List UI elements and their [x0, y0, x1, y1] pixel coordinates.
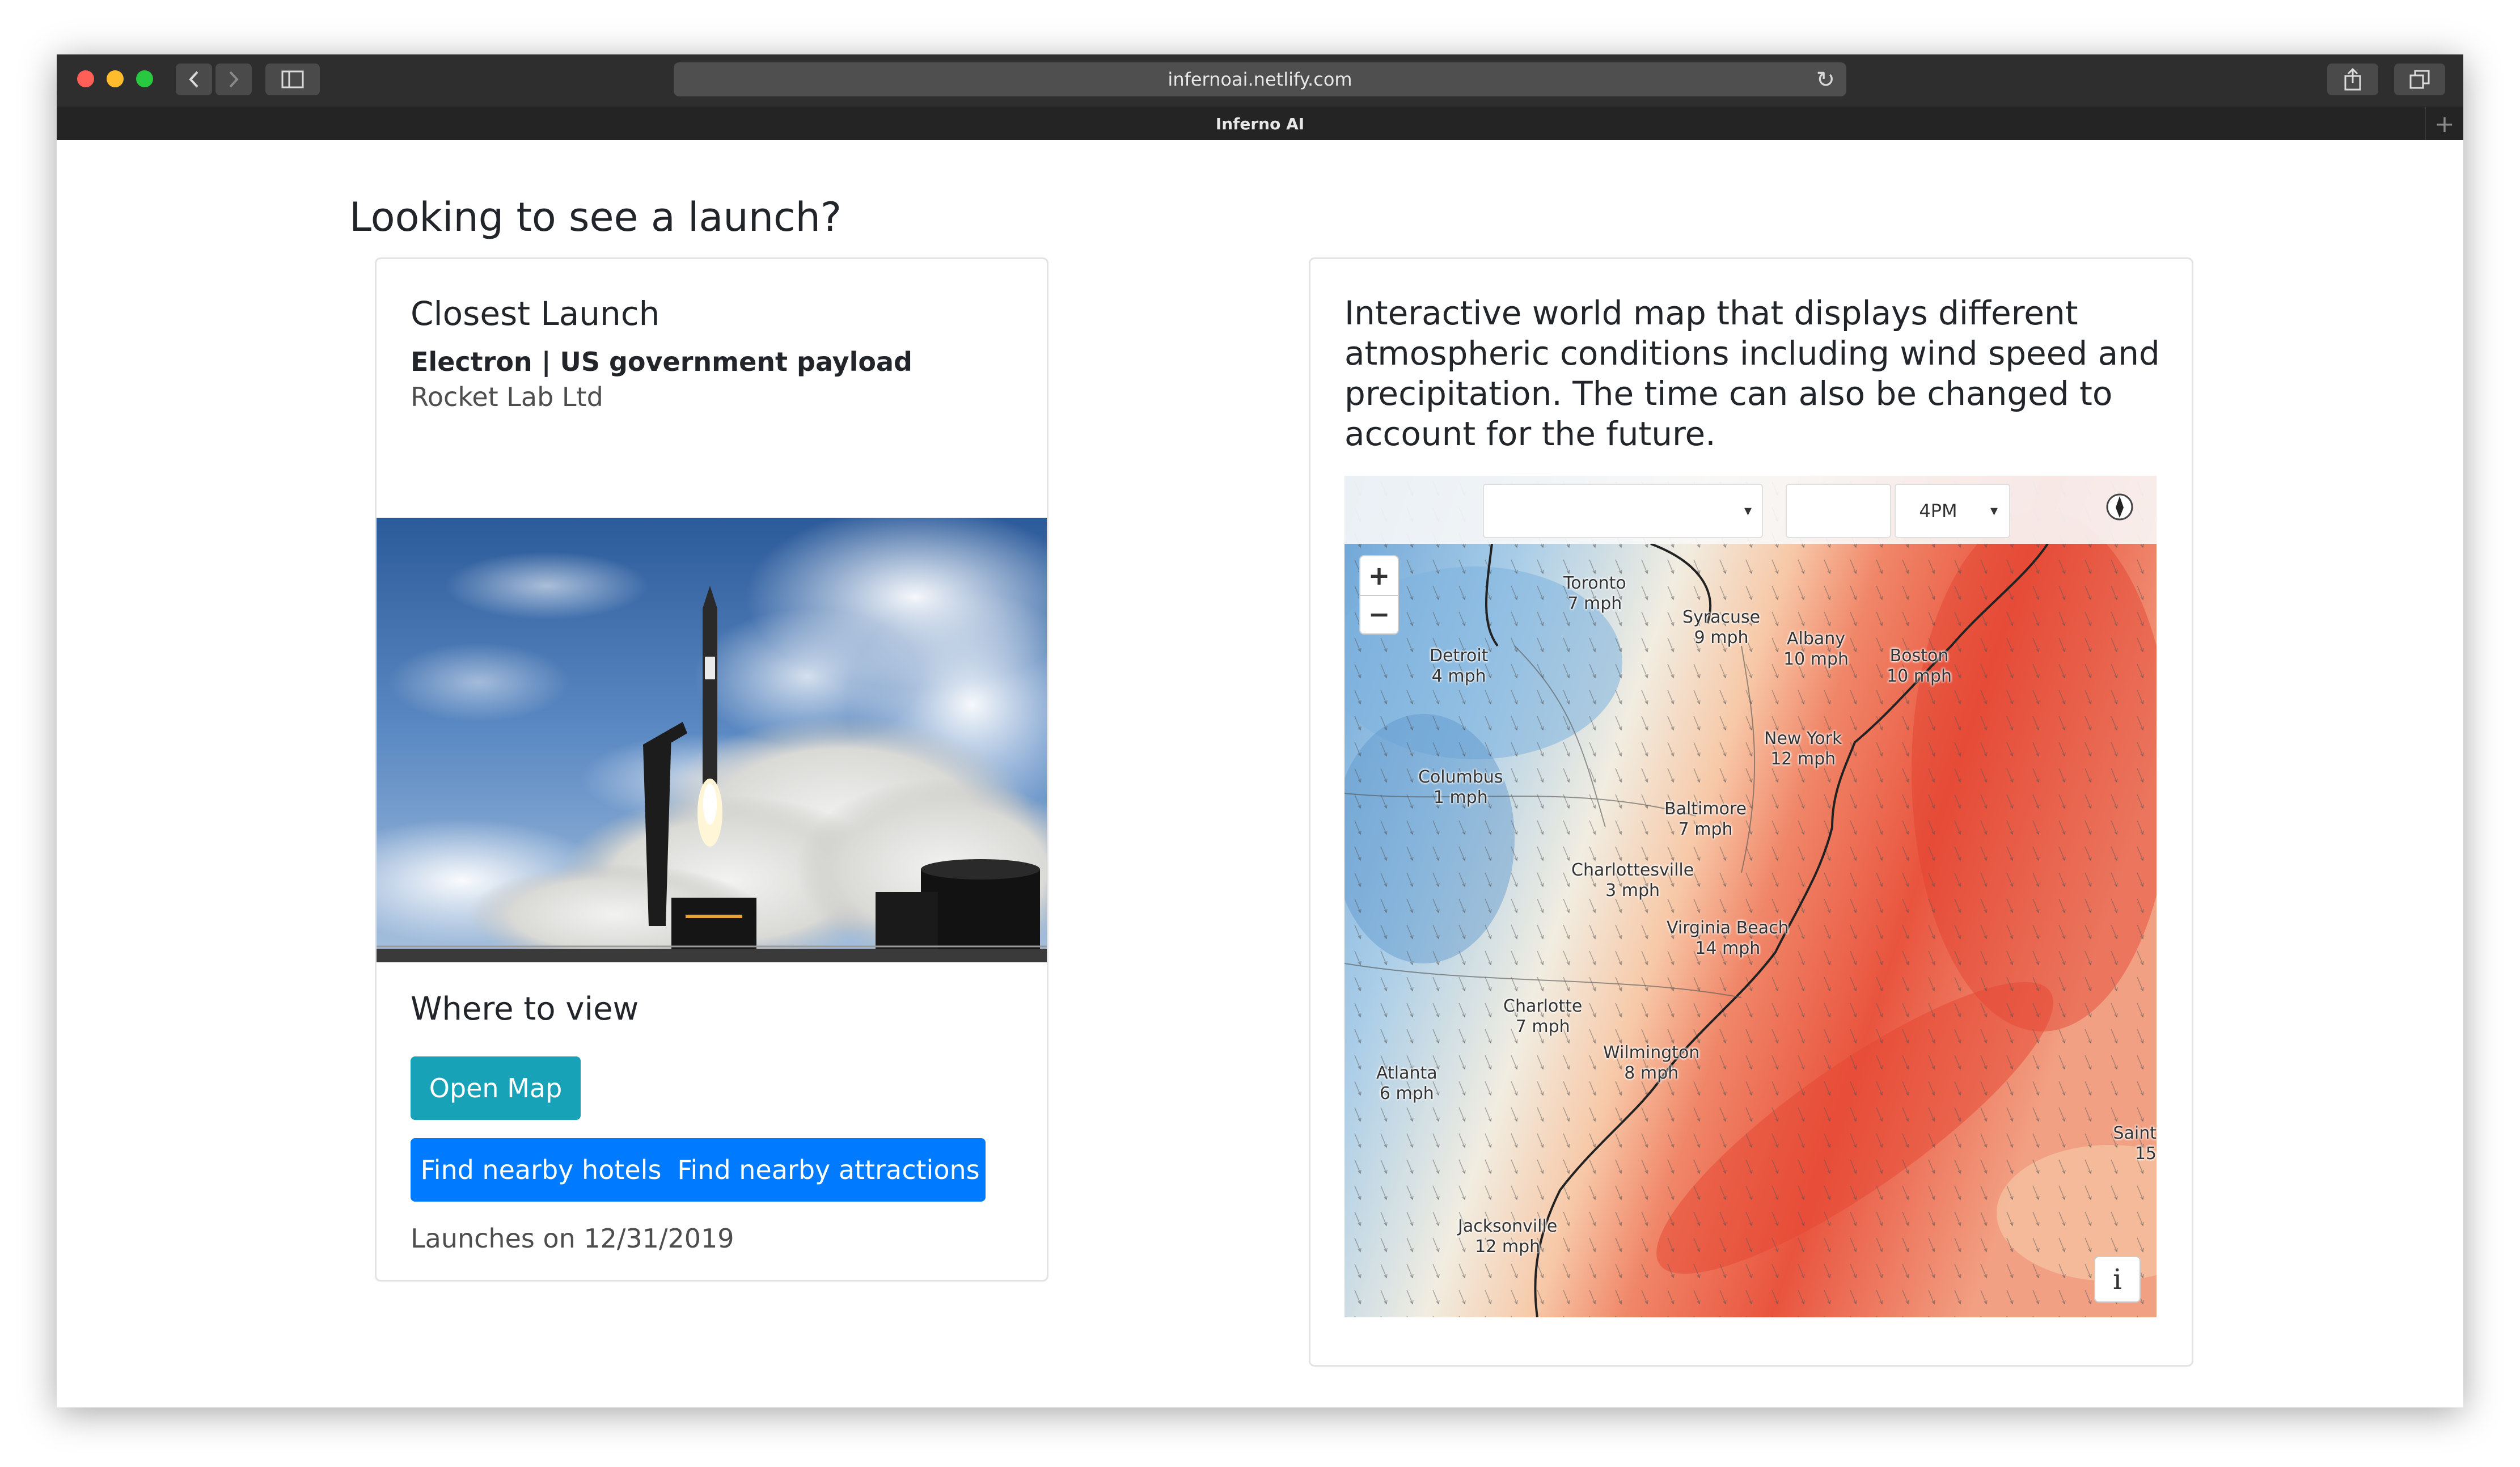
page-content: Looking to see a launch? Closest Launch … — [57, 139, 2463, 1407]
city-label: Syracuse 9 mph — [1682, 607, 1761, 648]
card-title: Closest Launch — [411, 294, 660, 333]
chevron-left-icon — [189, 71, 198, 88]
launch-provider: Rocket Lab Ltd — [411, 382, 603, 412]
minimize-window-button[interactable] — [107, 70, 124, 87]
city-label: New York 12 mph — [1764, 729, 1842, 769]
weather-map-card: Interactive world map that displays diff… — [1309, 257, 2193, 1367]
url-text: infernoai.netlify.com — [1168, 69, 1352, 90]
page-heading: Looking to see a launch? — [349, 194, 842, 240]
wind-heatmap — [1344, 476, 2157, 1317]
share-button[interactable] — [2327, 64, 2378, 95]
chevron-right-icon — [229, 71, 239, 88]
layer-select[interactable]: ▾ — [1483, 484, 1763, 538]
city-label: Charlottesville 3 mph — [1571, 860, 1694, 901]
map-controls-bar: ▾ 4PM ▾ — [1344, 476, 2157, 544]
maximize-window-button[interactable] — [136, 70, 153, 87]
info-button[interactable]: i — [2094, 1256, 2141, 1303]
where-to-view-title: Where to view — [411, 991, 639, 1028]
date-select[interactable] — [1786, 484, 1891, 538]
tabs-overview-button[interactable] — [2394, 64, 2445, 95]
city-label: Detroit 4 mph — [1430, 646, 1489, 686]
address-bar[interactable]: infernoai.netlify.com ↻ — [674, 62, 1846, 96]
tab-bar: Inferno AI + — [57, 107, 2463, 140]
city-label: Charlotte 7 mph — [1503, 996, 1583, 1037]
share-icon — [2344, 68, 2361, 91]
zoom-in-button[interactable]: + — [1360, 556, 1398, 596]
map-description: Interactive world map that displays diff… — [1344, 294, 2160, 453]
rocket-launch-image — [377, 518, 1047, 962]
forward-button[interactable] — [215, 64, 252, 95]
launch-vehicle-payload: Electron | US government payload — [411, 346, 912, 377]
city-label: Columbus 1 mph — [1418, 767, 1503, 808]
closest-launch-card: Closest Launch Electron | US government … — [375, 257, 1048, 1282]
reload-icon[interactable]: ↻ — [1816, 67, 1835, 93]
city-label: Boston 10 mph — [1887, 646, 1952, 686]
city-label: Virginia Beach 14 mph — [1667, 918, 1789, 958]
city-label: Atlanta 6 mph — [1376, 1063, 1437, 1104]
city-label: Wilmington 8 mph — [1603, 1043, 1700, 1083]
tabs-icon — [2409, 70, 2430, 89]
find-nearby-attractions-button[interactable]: Find nearby attractions — [671, 1138, 986, 1202]
city-label: Jacksonville 12 mph — [1458, 1216, 1558, 1257]
launch-date: Launches on 12/31/2019 — [411, 1223, 734, 1254]
city-label: Albany 10 mph — [1783, 629, 1849, 669]
open-map-button[interactable]: Open Map — [411, 1056, 581, 1120]
tab-inferno-ai[interactable]: Inferno AI — [57, 107, 2463, 140]
wind-map[interactable]: ▾ 4PM ▾ + − Toronto 7 mph Syracuse 9 mph… — [1344, 476, 2157, 1317]
city-label: Saint 15 — [2113, 1123, 2157, 1164]
find-nearby-hotels-button[interactable]: Find nearby hotels — [411, 1138, 671, 1202]
city-label: Baltimore 7 mph — [1664, 799, 1747, 839]
browser-toolbar: infernoai.netlify.com ↻ — [57, 54, 2463, 107]
back-button[interactable] — [176, 64, 212, 95]
zoom-control: + − — [1359, 555, 1399, 635]
browser-window: infernoai.netlify.com ↻ Inferno AI + Loo… — [57, 54, 2463, 1407]
caret-down-icon: ▾ — [1744, 502, 1752, 519]
time-select-value: 4PM — [1919, 500, 1957, 522]
compass-icon[interactable] — [2105, 493, 2134, 521]
sidebar-toggle-button[interactable] — [265, 64, 320, 95]
sidebar-icon — [281, 70, 304, 88]
new-tab-icon[interactable]: + — [2425, 107, 2463, 140]
close-window-button[interactable] — [77, 70, 94, 87]
zoom-out-button[interactable]: − — [1360, 595, 1398, 633]
city-label: Toronto 7 mph — [1563, 573, 1626, 614]
caret-down-icon: ▾ — [1990, 502, 1998, 519]
time-select[interactable]: 4PM ▾ — [1895, 484, 2010, 538]
nearby-button-group: Find nearby hotels Find nearby attractio… — [411, 1138, 986, 1202]
